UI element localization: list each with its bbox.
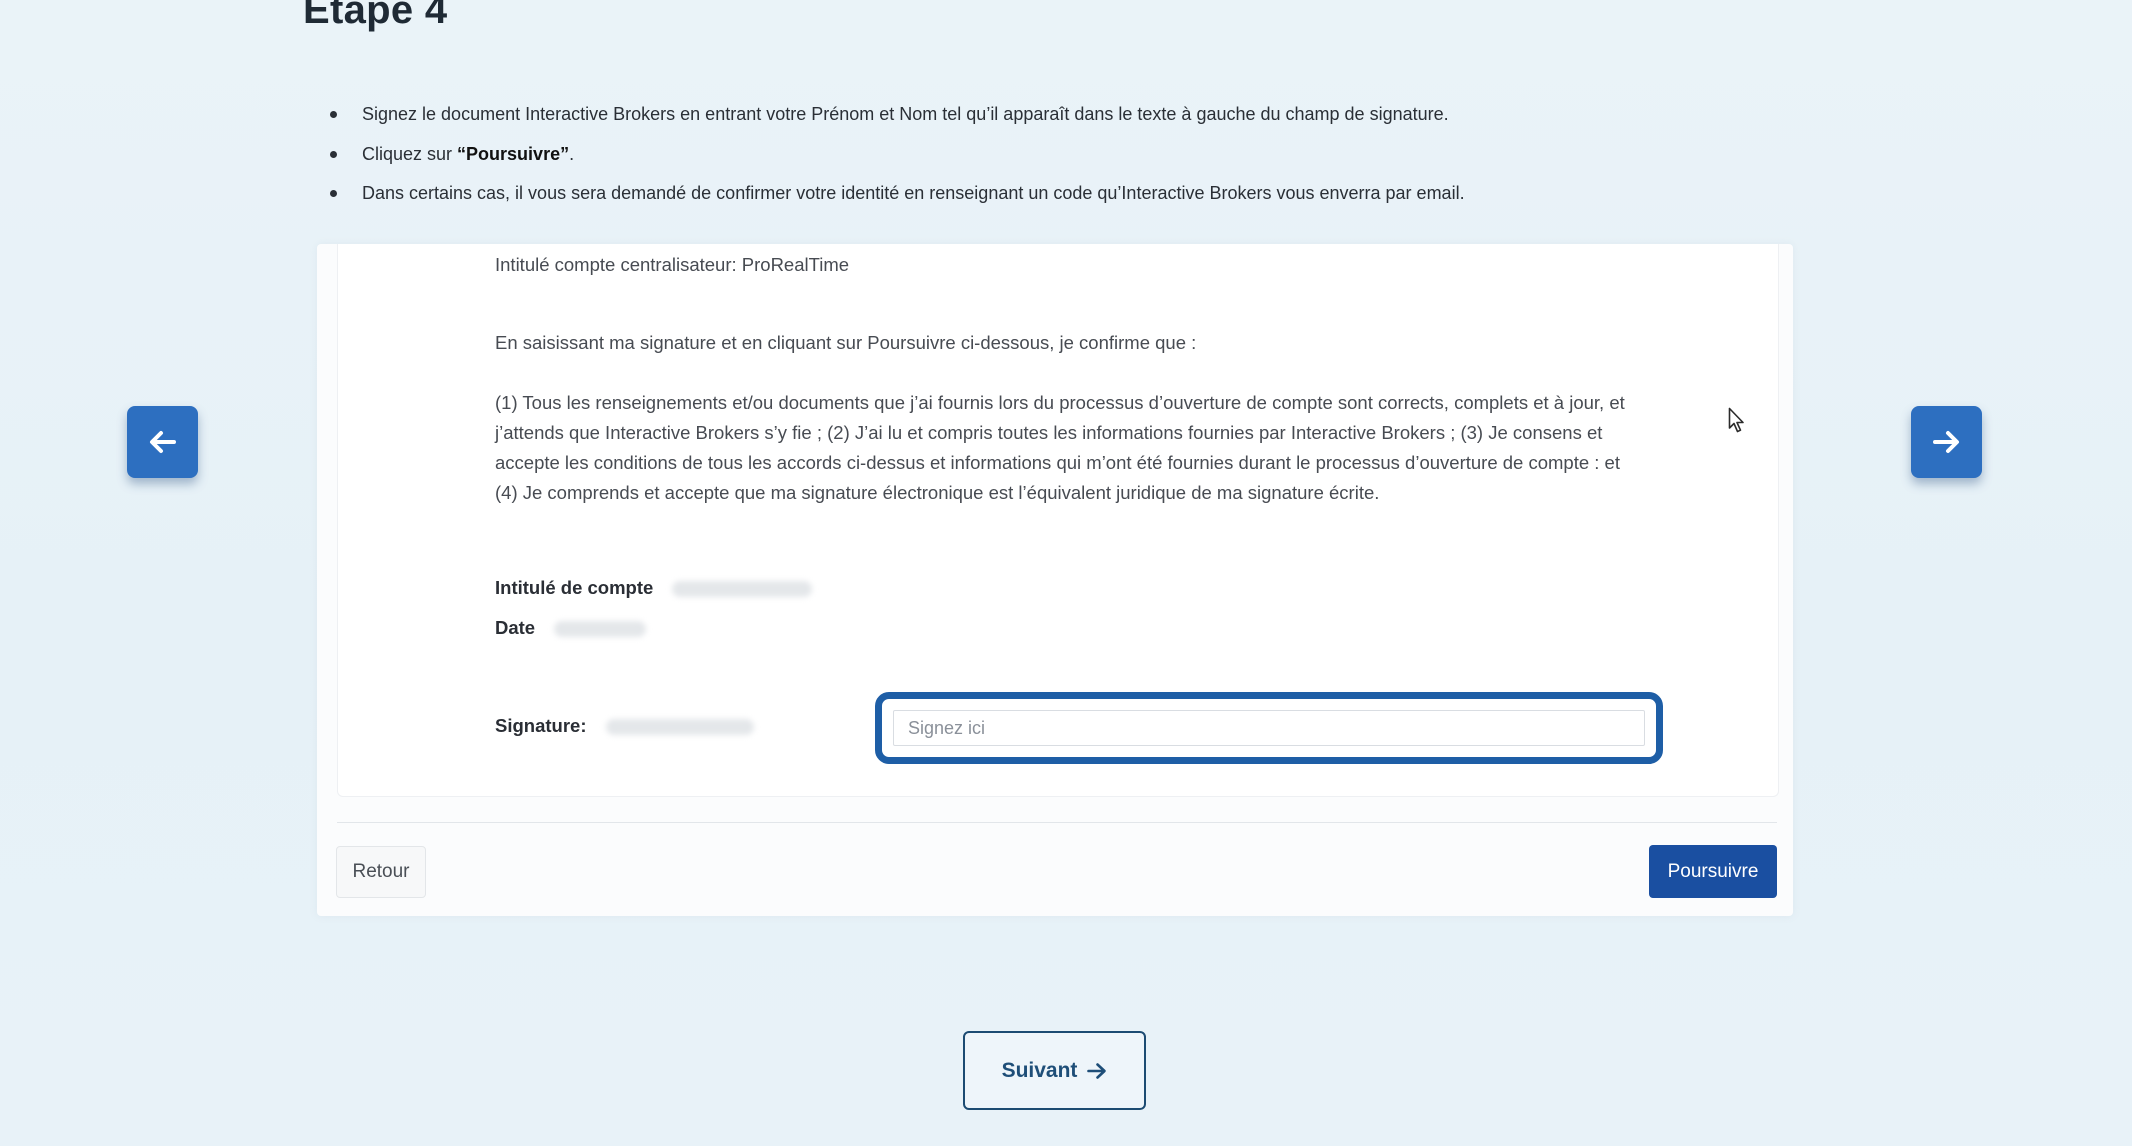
date-row: Date: [495, 617, 647, 639]
agreement-card: Intitulé compte centralisateur: ProRealT…: [337, 244, 1779, 797]
date-label: Date: [495, 617, 536, 638]
instruction-text-suffix: .: [569, 143, 575, 164]
previous-slide-button[interactable]: [127, 406, 198, 478]
footer-divider: [337, 822, 1777, 823]
instruction-text-emphasis: “Poursuivre”: [457, 143, 570, 164]
instruction-text: Signez le document Interactive Brokers e…: [362, 104, 1449, 124]
arrow-left-icon: [150, 431, 176, 453]
page-title: Etape 4: [303, 0, 448, 32]
arrow-right-icon: [1933, 431, 1959, 453]
account-title-value-redacted: [672, 581, 813, 598]
instruction-item: Dans certains cas, il vous sera demandé …: [330, 177, 1465, 217]
mouse-pointer-icon: [1728, 407, 1744, 433]
confirmation-terms: (1) Tous les renseignements et/ou docume…: [495, 392, 1625, 503]
signature-screenshot-panel: Intitulé compte centralisateur: ProRealT…: [317, 244, 1793, 916]
bullet-icon: [330, 190, 337, 197]
signature-label: Signature:: [495, 715, 587, 736]
signature-field-highlight: [875, 692, 1663, 764]
instructions-list: Signez le document Interactive Brokers e…: [330, 98, 1465, 217]
instruction-item: Cliquez sur “Poursuivre”.: [330, 138, 1465, 178]
account-title-label: Intitulé de compte: [495, 577, 654, 598]
account-title-row: Intitulé de compte: [495, 577, 813, 599]
instruction-text: Dans certains cas, il vous sera demandé …: [362, 183, 1465, 203]
next-step-button[interactable]: Suivant: [963, 1031, 1146, 1110]
bullet-icon: [330, 150, 337, 158]
signature-row: Signature:: [495, 715, 754, 737]
instruction-text-prefix: Cliquez sur: [362, 143, 458, 164]
confirmation-intro: En saisissant ma signature et en cliquan…: [495, 332, 1197, 353]
bullet-icon: [330, 111, 337, 118]
signature-input[interactable]: [893, 710, 1645, 746]
arrow-right-icon: [1087, 1062, 1107, 1079]
date-value-redacted: [554, 621, 647, 638]
next-slide-button[interactable]: [1911, 406, 1982, 478]
back-button[interactable]: Retour: [336, 846, 426, 898]
continue-button[interactable]: Poursuivre: [1649, 845, 1777, 898]
instruction-item: Signez le document Interactive Brokers e…: [330, 98, 1465, 138]
next-step-label: Suivant: [1001, 1058, 1078, 1082]
centralisateur-text: Intitulé compte centralisateur: ProRealT…: [495, 254, 850, 275]
signature-name-redacted: [605, 719, 754, 736]
